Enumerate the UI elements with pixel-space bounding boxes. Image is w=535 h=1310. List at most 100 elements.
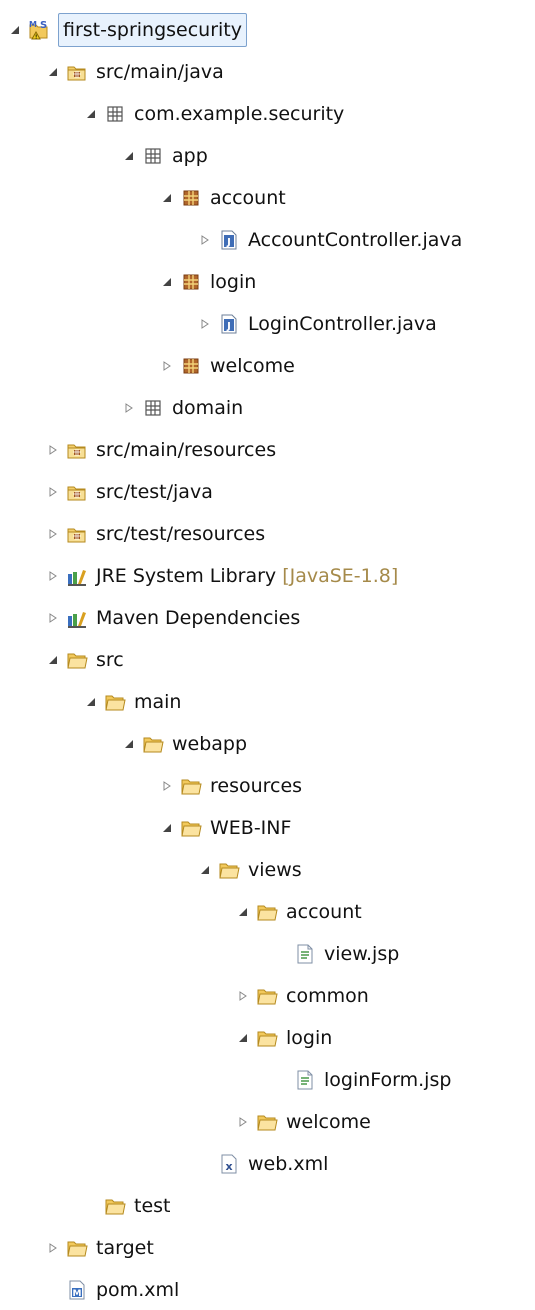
tree-item[interactable]: common	[236, 976, 369, 1016]
expand-arrow-icon[interactable]	[198, 863, 212, 877]
tree-item[interactable]: loginForm.jsp	[274, 1060, 451, 1100]
tree-item-label: common	[286, 985, 369, 1007]
tree-item-label: AccountController.java	[248, 229, 463, 251]
tree-item[interactable]: com.example.security	[84, 94, 344, 134]
expand-arrow-icon[interactable]	[122, 149, 136, 163]
tree-item-label: views	[248, 859, 302, 881]
tree-item[interactable]: login	[236, 1018, 332, 1058]
collapse-arrow-icon[interactable]	[122, 401, 136, 415]
source-folder-icon	[66, 61, 88, 83]
collapse-arrow-icon[interactable]	[46, 569, 60, 583]
folder-icon	[104, 1195, 126, 1217]
tree-item[interactable]: src/main/java	[46, 52, 224, 92]
library-icon	[66, 607, 88, 629]
tree-item[interactable]: M S! first-springsecurity	[8, 10, 247, 50]
package-outline-icon	[142, 397, 164, 419]
package-icon	[180, 355, 202, 377]
expand-arrow-icon[interactable]	[46, 65, 60, 79]
folder-icon	[180, 775, 202, 797]
tree-item[interactable]: welcome	[160, 346, 295, 386]
tree-item[interactable]: WEB-INF	[160, 808, 291, 848]
source-folder-icon	[66, 481, 88, 503]
collapse-arrow-icon[interactable]	[46, 611, 60, 625]
tree-item[interactable]: x web.xml	[198, 1144, 328, 1184]
tree-item-label: view.jsp	[324, 943, 400, 965]
svg-text:x: x	[225, 1160, 232, 1173]
tree-item[interactable]: J LoginController.java	[198, 304, 437, 344]
collapse-arrow-icon[interactable]	[236, 989, 250, 1003]
expand-arrow-icon[interactable]	[84, 695, 98, 709]
collapse-arrow-icon[interactable]	[198, 317, 212, 331]
tree-item[interactable]: src/test/java	[46, 472, 213, 512]
tree-item-label: login	[210, 271, 257, 293]
expand-arrow-icon[interactable]	[160, 191, 174, 205]
tree-item[interactable]: domain	[122, 388, 243, 428]
collapse-arrow-icon[interactable]	[46, 1241, 60, 1255]
tree-item[interactable]: view.jsp	[274, 934, 399, 974]
tree-item-label: account	[210, 187, 286, 209]
expand-arrow-icon[interactable]	[160, 275, 174, 289]
java-file-icon: J	[218, 313, 240, 335]
tree-item[interactable]: login	[160, 262, 256, 302]
tree-item[interactable]: account	[236, 892, 362, 932]
tree-item[interactable]: account	[160, 178, 286, 218]
folder-icon	[256, 1027, 278, 1049]
tree-item[interactable]: test	[84, 1186, 171, 1226]
collapse-arrow-icon[interactable]	[198, 233, 212, 247]
project-explorer-tree: M S! first-springsecurity src/main/java com.…	[0, 0, 535, 1303]
svg-text:M: M	[29, 20, 37, 29]
tree-item[interactable]: app	[122, 136, 208, 176]
folder-icon	[180, 817, 202, 839]
expand-arrow-icon[interactable]	[236, 1031, 250, 1045]
jsp-file-icon	[294, 1069, 316, 1091]
tree-item[interactable]: target	[46, 1228, 154, 1268]
tree-item[interactable]: JRE System Library [JavaSE-1.8]	[46, 556, 398, 596]
expand-arrow-icon[interactable]	[236, 905, 250, 919]
java-file-icon: J	[218, 229, 240, 251]
package-outline-icon	[104, 103, 126, 125]
tree-item-decoration: [JavaSE-1.8]	[282, 565, 399, 587]
svg-text:J: J	[226, 237, 231, 248]
folder-icon	[256, 985, 278, 1007]
folder-icon	[104, 691, 126, 713]
collapse-arrow-icon[interactable]	[46, 443, 60, 457]
folder-icon	[142, 733, 164, 755]
expand-arrow-icon[interactable]	[84, 107, 98, 121]
tree-item-label: pom.xml	[96, 1279, 180, 1301]
source-folder-icon	[66, 523, 88, 545]
collapse-arrow-icon[interactable]	[46, 485, 60, 499]
tree-item[interactable]: src	[46, 640, 124, 680]
expand-arrow-icon[interactable]	[160, 821, 174, 835]
tree-item-label: account	[286, 901, 362, 923]
expand-arrow-icon[interactable]	[8, 23, 22, 37]
collapse-arrow-icon[interactable]	[236, 1115, 250, 1129]
folder-icon	[66, 649, 88, 671]
tree-item-label: loginForm.jsp	[324, 1069, 452, 1091]
expand-arrow-icon[interactable]	[122, 737, 136, 751]
tree-item[interactable]: J AccountController.java	[198, 220, 462, 260]
collapse-arrow-icon[interactable]	[160, 779, 174, 793]
tree-item[interactable]: src/test/resources	[46, 514, 265, 554]
xml-file-icon: x	[218, 1153, 240, 1175]
tree-item[interactable]: main	[84, 682, 181, 722]
collapse-arrow-icon[interactable]	[160, 359, 174, 373]
tree-item-label: domain	[172, 397, 244, 419]
tree-item-label: web.xml	[248, 1153, 329, 1175]
tree-item-label: src/main/resources	[96, 439, 277, 461]
tree-item[interactable]: welcome	[236, 1102, 371, 1142]
tree-item[interactable]: webapp	[122, 724, 247, 764]
tree-item[interactable]: Maven Dependencies	[46, 598, 300, 638]
tree-item-label: resources	[210, 775, 303, 797]
tree-item-label: LoginController.java	[248, 313, 437, 335]
tree-item-label: login	[286, 1027, 333, 1049]
tree-item-label: WEB-INF	[210, 817, 292, 839]
tree-item[interactable]: views	[198, 850, 302, 890]
collapse-arrow-icon[interactable]	[46, 527, 60, 541]
tree-item[interactable]: src/main/resources	[46, 430, 276, 470]
tree-item[interactable]: Mpom.xml	[46, 1270, 179, 1310]
tree-item[interactable]: resources	[160, 766, 302, 806]
tree-item-label: main	[134, 691, 182, 713]
expand-arrow-icon[interactable]	[46, 653, 60, 667]
